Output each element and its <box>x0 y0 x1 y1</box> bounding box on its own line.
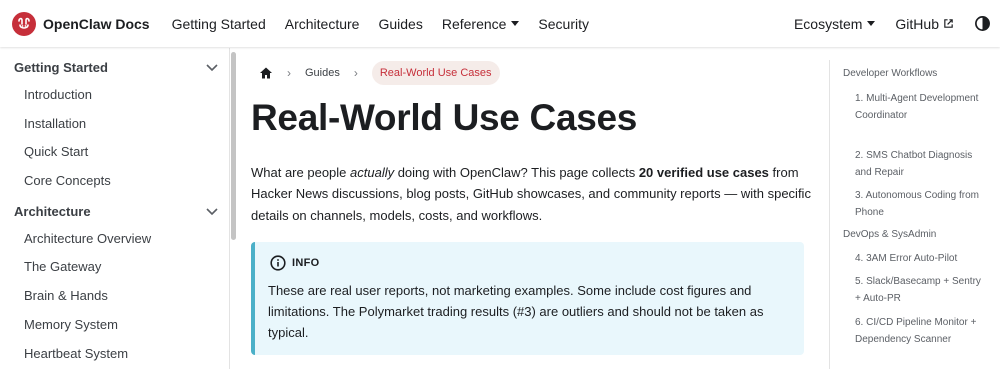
sidebar-scrollbar[interactable] <box>231 52 236 240</box>
sidebar-item-the-gateway[interactable]: The Gateway <box>24 258 101 276</box>
intro-text-1: What are people <box>251 165 351 180</box>
sidebar-item-introduction[interactable]: Introduction <box>24 86 92 104</box>
toc-item-4[interactable]: 4. 3AM Error Auto-Pilot <box>855 250 985 267</box>
toc-item-1[interactable]: 1. Multi-Agent Development Coordinator <box>855 90 985 124</box>
sidebar-item-installation[interactable]: Installation <box>24 115 86 133</box>
nav-reference-dropdown[interactable]: Reference <box>442 16 520 32</box>
chevron-right-icon: › <box>353 65 358 80</box>
nav-getting-started[interactable]: Getting Started <box>172 16 266 32</box>
intro-text-2: doing with OpenClaw? This page collects <box>394 165 639 180</box>
breadcrumb: › Guides › Real-World Use Cases <box>251 60 500 85</box>
info-admonition: INFO These are real user reports, not ma… <box>251 242 804 355</box>
sidebar-item-memory-system[interactable]: Memory System <box>24 316 118 334</box>
chevron-right-icon: › <box>287 65 291 80</box>
chevron-down-icon <box>206 208 218 216</box>
sidebar-category-label: Getting Started <box>14 59 108 75</box>
toc-item-3[interactable]: 3. Autonomous Coding from Phone <box>855 187 985 221</box>
sidebar-item-architecture-overview[interactable]: Architecture Overview <box>24 230 151 248</box>
sidebar-category-label: Architecture <box>14 203 91 219</box>
sidebar-item-brain-hands[interactable]: Brain & Hands <box>24 287 108 305</box>
brand-link[interactable]: OpenClaw Docs <box>12 11 150 36</box>
intro-paragraph: What are people actually doing with Open… <box>251 162 813 226</box>
nav-github-link[interactable]: GitHub <box>895 16 954 32</box>
theme-toggle-icon[interactable] <box>974 15 991 32</box>
external-link-icon <box>943 18 954 29</box>
sidebar-item-core-concepts[interactable]: Core Concepts <box>24 172 111 190</box>
caret-down-icon <box>511 21 520 26</box>
caret-down-icon <box>867 21 876 26</box>
toc-item-5[interactable]: 5. Slack/Basecamp + Sentry + Auto-PR <box>855 273 985 307</box>
intro-strong: 20 verified use cases <box>638 165 769 180</box>
toc-heading-developer-workflows[interactable]: Developer Workflows <box>843 68 937 79</box>
chevron-down-icon <box>206 64 218 72</box>
toc-heading-devops-sysadmin[interactable]: DevOps & SysAdmin <box>843 229 936 240</box>
navbar: OpenClaw Docs Getting Started Architectu… <box>0 0 1000 47</box>
admonition-label: INFO <box>292 257 320 269</box>
table-of-contents: Developer Workflows 1. Multi-Agent Devel… <box>829 60 999 369</box>
sidebar-item-heartbeat-system[interactable]: Heartbeat System <box>24 345 128 363</box>
page-title: Real-World Use Cases <box>251 97 638 138</box>
home-icon[interactable] <box>259 66 273 80</box>
nav-architecture[interactable]: Architecture <box>285 16 360 32</box>
admonition-body: These are real user reports, not marketi… <box>268 283 764 340</box>
nav-reference-label: Reference <box>441 15 507 32</box>
openclaw-logo-icon <box>12 11 36 36</box>
sidebar-category-architecture[interactable]: Architecture <box>14 201 224 221</box>
sidebar-item-quick-start[interactable]: Quick Start <box>24 143 88 161</box>
intro-emphasis: actually <box>350 165 395 180</box>
sidebar-category-getting-started[interactable]: Getting Started <box>14 57 224 77</box>
breadcrumb-guides[interactable]: Guides <box>305 67 340 79</box>
brand-title: OpenClaw Docs <box>43 15 150 32</box>
nav-ecosystem-label: Ecosystem <box>793 15 863 32</box>
nav-ecosystem-dropdown[interactable]: Ecosystem <box>793 15 876 32</box>
toc-item-2[interactable]: 2. SMS Chatbot Diagnosis and Repair <box>855 147 985 181</box>
nav-guides[interactable]: Guides <box>378 16 422 32</box>
nav-security[interactable]: Security <box>538 16 589 32</box>
breadcrumb-current: Real-World Use Cases <box>371 60 500 85</box>
toc-item-6[interactable]: 6. CI/CD Pipeline Monitor + Dependency S… <box>855 314 985 348</box>
info-icon <box>270 255 286 271</box>
nav-github-label: GitHub <box>895 15 939 32</box>
